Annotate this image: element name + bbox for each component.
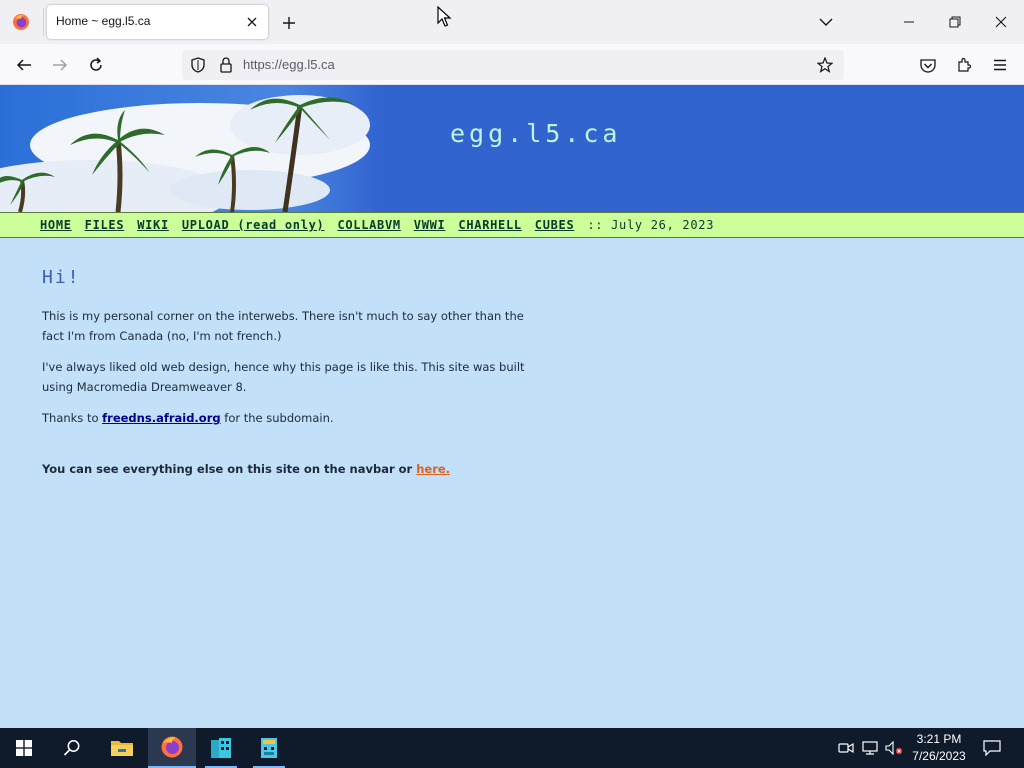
nav-link-wiki[interactable]: WIKI	[137, 218, 169, 232]
taskbar-clock[interactable]: 3:21 PM 7/26/2023	[904, 731, 974, 765]
list-all-tabs-button[interactable]	[814, 11, 838, 33]
action-center-button[interactable]	[980, 736, 1004, 760]
windows-logo-icon	[16, 740, 32, 756]
meet-now-button[interactable]	[836, 738, 856, 758]
thanks-text-before: Thanks to	[42, 411, 103, 425]
taskbar-app-2[interactable]	[245, 728, 293, 768]
tab-strip: Home ~ egg.l5.ca	[0, 0, 1024, 44]
closing-text: You can see everything else on this site…	[42, 462, 417, 476]
taskbar-search-button[interactable]	[48, 728, 96, 768]
taskbar: 3:21 PM 7/26/2023	[0, 728, 1024, 768]
taskbar-file-explorer[interactable]	[98, 728, 146, 768]
page-viewport: egg.l5.ca HOME FILES WIKI UPLOAD (read o…	[0, 85, 1024, 728]
plus-icon	[283, 17, 295, 29]
meet-now-icon	[838, 742, 854, 754]
minimize-icon	[904, 21, 914, 23]
nav-link-collabvm[interactable]: COLLABVM	[337, 218, 400, 232]
restore-button[interactable]	[932, 0, 978, 44]
menu-icon	[994, 59, 1006, 71]
new-tab-button[interactable]	[278, 12, 300, 34]
tab-active[interactable]: Home ~ egg.l5.ca	[47, 5, 268, 39]
nav-link-charhell[interactable]: CHARHELL	[458, 218, 521, 232]
mouse-cursor-icon	[437, 6, 452, 27]
site-header-banner: egg.l5.ca	[0, 85, 1024, 212]
close-icon	[247, 17, 257, 27]
page-heading: Hi!	[42, 267, 81, 288]
back-button[interactable]	[11, 52, 37, 78]
taskbar-app-1[interactable]	[197, 728, 245, 768]
bookmark-button[interactable]	[815, 55, 835, 75]
search-icon	[63, 740, 80, 756]
nav-link-cubes[interactable]: CUBES	[535, 218, 575, 232]
freedns-link[interactable]: freedns.afraid.org	[102, 411, 220, 425]
forward-arrow-icon	[53, 59, 68, 71]
tab-close-button[interactable]	[242, 12, 262, 32]
start-button[interactable]	[0, 728, 48, 768]
nav-date: :: July 26, 2023	[587, 218, 715, 232]
nav-link-upload[interactable]: UPLOAD (read only)	[182, 218, 325, 232]
chevron-down-icon	[819, 18, 833, 26]
extensions-button[interactable]	[951, 52, 977, 78]
reload-button[interactable]	[83, 52, 109, 78]
clock-time: 3:21 PM	[916, 732, 962, 746]
nav-link-vwwi[interactable]: VWWI	[414, 218, 446, 232]
pocket-button[interactable]	[915, 52, 941, 78]
navbar-links: HOME FILES WIKI UPLOAD (read only) COLLA…	[40, 218, 714, 232]
tab-separator	[43, 8, 44, 36]
palm-trees-photo	[0, 85, 380, 212]
notification-icon	[983, 740, 1001, 756]
navigation-toolbar: https://egg.l5.ca	[0, 44, 1024, 85]
site-navbar: HOME FILES WIKI UPLOAD (read only) COLLA…	[0, 212, 1024, 238]
volume-button[interactable]	[884, 738, 904, 758]
reload-icon	[90, 57, 102, 71]
firefox-menu-button[interactable]	[0, 0, 42, 44]
tracking-protection-button[interactable]	[188, 55, 208, 75]
address-bar[interactable]: https://egg.l5.ca	[182, 50, 844, 80]
lock-icon	[220, 57, 232, 73]
restore-icon	[949, 16, 961, 28]
site-info-button[interactable]	[216, 55, 236, 75]
forward-button[interactable]	[47, 52, 73, 78]
clock-date: 7/26/2023	[912, 749, 966, 763]
url-text[interactable]: https://egg.l5.ca	[243, 57, 335, 72]
tab-title: Home ~ egg.l5.ca	[56, 14, 151, 28]
intro-paragraph: This is my personal corner on the interw…	[42, 309, 524, 343]
back-arrow-icon	[16, 59, 31, 71]
network-icon	[862, 741, 878, 755]
firefox-icon	[13, 14, 29, 30]
design-paragraph: I've always liked old web design, hence …	[42, 360, 525, 394]
volume-muted-icon	[885, 741, 903, 755]
nav-link-home[interactable]: HOME	[40, 218, 72, 232]
closing-paragraph: You can see everything else on this site…	[42, 459, 532, 479]
network-button[interactable]	[860, 738, 880, 758]
thanks-text-after: for the subdomain.	[220, 411, 334, 425]
here-link[interactable]: here.	[416, 462, 450, 476]
shield-icon	[191, 57, 205, 73]
app-icon	[211, 738, 231, 758]
window-close-button[interactable]	[978, 0, 1024, 44]
app-icon	[261, 738, 277, 758]
nav-link-files[interactable]: FILES	[85, 218, 125, 232]
taskbar-firefox[interactable]	[148, 728, 196, 768]
app-menu-button[interactable]	[987, 52, 1013, 78]
extensions-icon	[958, 57, 972, 72]
file-explorer-icon	[111, 741, 133, 756]
star-icon	[817, 57, 833, 73]
pocket-icon	[920, 58, 936, 73]
site-title: egg.l5.ca	[450, 119, 622, 148]
firefox-icon	[161, 736, 183, 758]
minimize-button[interactable]	[886, 0, 932, 44]
main-content: Hi! This is my personal corner on the in…	[42, 267, 532, 490]
close-icon	[995, 16, 1007, 28]
thanks-paragraph: Thanks to freedns.afraid.org for the sub…	[42, 408, 532, 428]
